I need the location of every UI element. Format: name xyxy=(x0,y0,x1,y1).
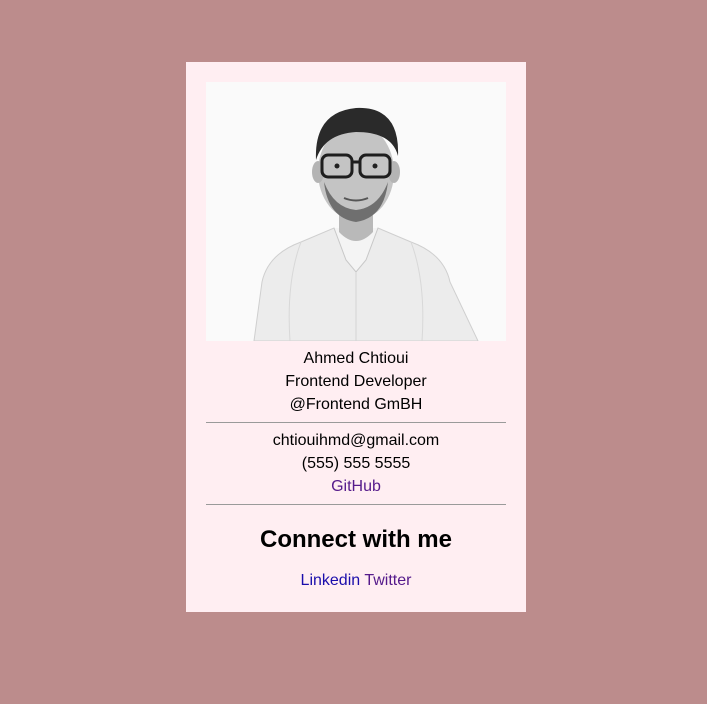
profile-name: Ahmed Chtioui xyxy=(303,350,409,367)
profile-photo xyxy=(206,82,506,341)
contact-phone: (555) 555 5555 xyxy=(301,455,411,472)
contact-info: chtiouihmd@gmail.com (555) 555 5555 GitH… xyxy=(206,429,506,498)
profile-info: Ahmed Chtioui Frontend Developer @Fronte… xyxy=(206,347,506,416)
divider-top xyxy=(206,422,506,423)
divider-bottom xyxy=(206,504,506,505)
profile-photo-illustration xyxy=(206,82,506,341)
profile-title: Frontend Developer xyxy=(285,373,427,390)
connect-heading: Connect with me xyxy=(259,526,452,553)
twitter-link[interactable]: Twitter xyxy=(364,572,411,589)
social-links: Linkedin Twitter xyxy=(206,570,506,592)
linkedin-link[interactable]: Linkedin xyxy=(301,572,361,589)
profile-company: @Frontend GmBH xyxy=(289,396,423,413)
github-link[interactable]: GitHub xyxy=(331,478,381,495)
profile-card: Ahmed Chtioui Frontend Developer @Fronte… xyxy=(186,62,526,612)
contact-email: chtiouihmd@gmail.com xyxy=(272,432,440,449)
